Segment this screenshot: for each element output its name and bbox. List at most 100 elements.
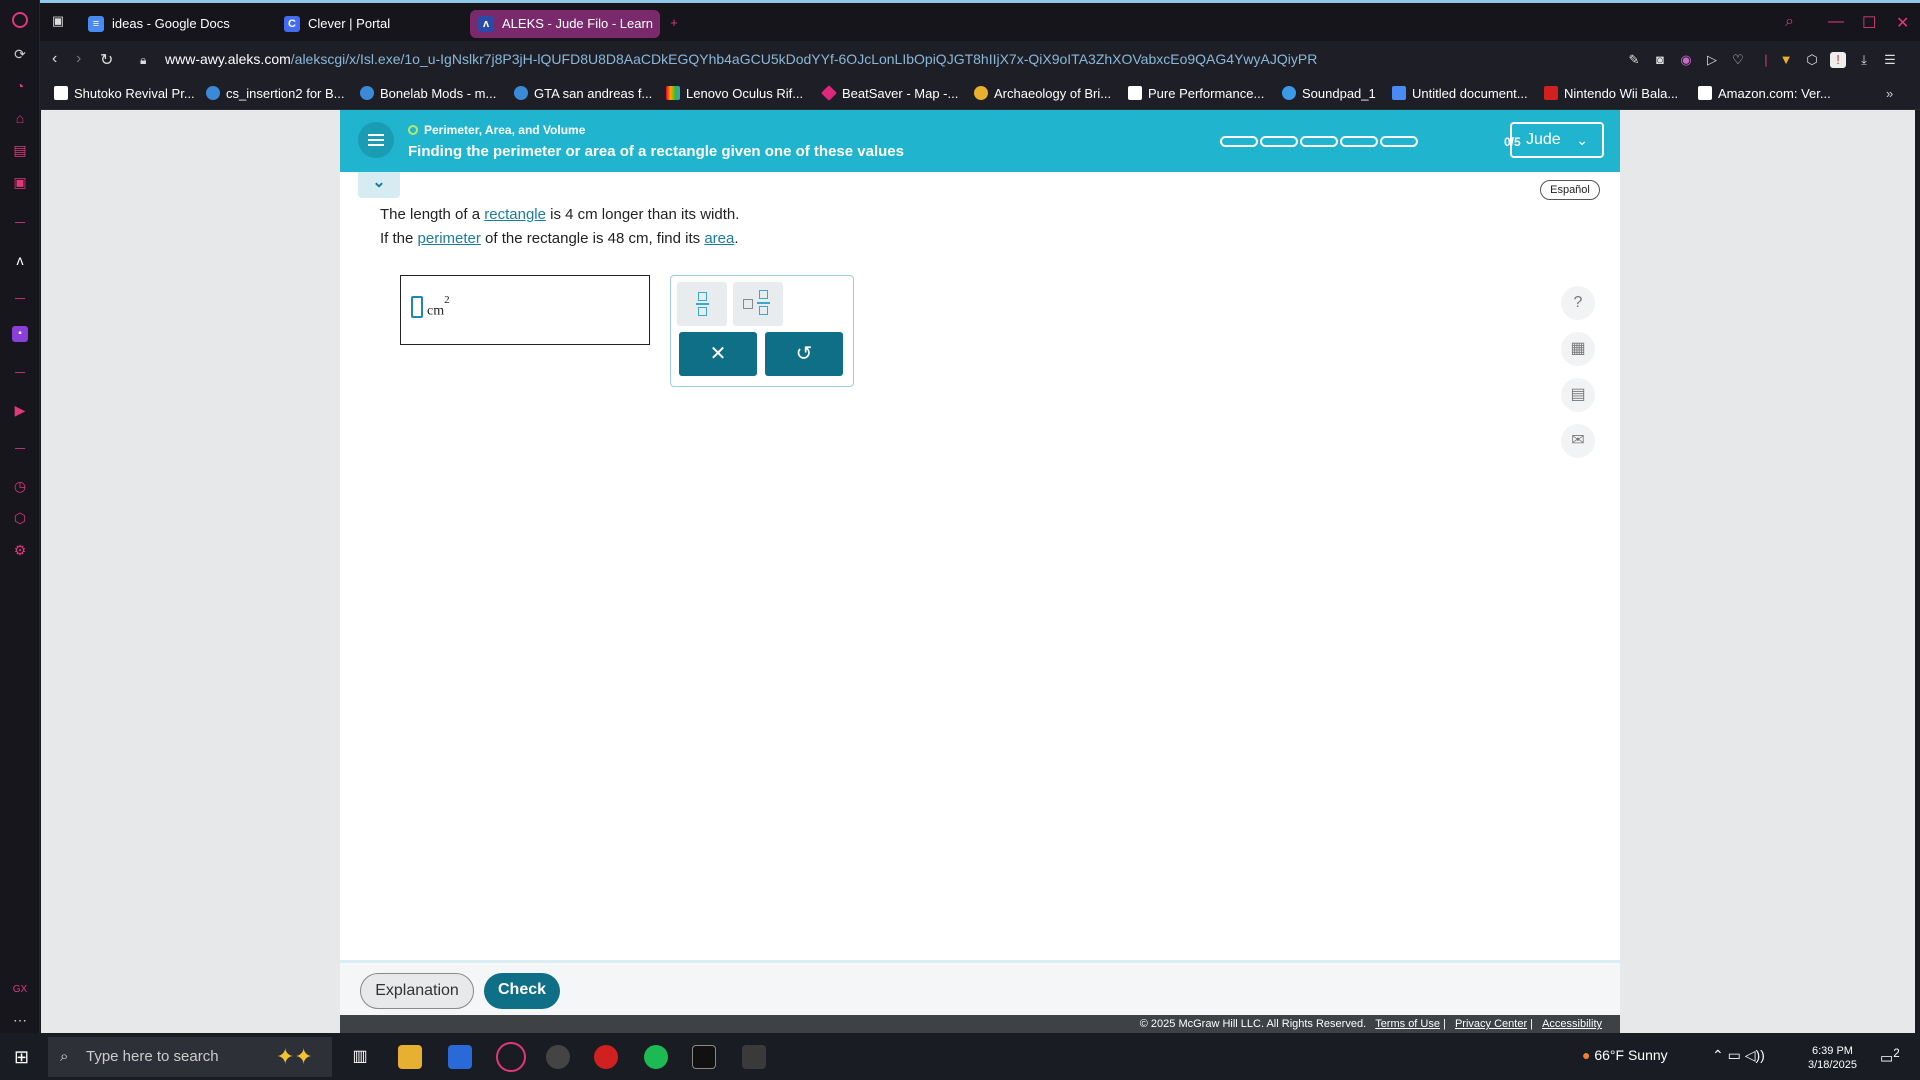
dictionary-button[interactable]: ▤ [1561,378,1595,412]
progress-segment [1300,136,1338,147]
aleks-sidebar-icon[interactable]: ʌ [12,252,28,268]
copyright-footer: © 2025 McGraw Hill LLC. All Rights Reser… [340,1015,1620,1033]
opera-logo-icon[interactable] [12,12,28,28]
heart-icon[interactable]: ♡ [1730,52,1746,68]
file-explorer-icon[interactable] [398,1045,422,1069]
bookmarks-overflow-icon[interactable]: » [1886,86,1893,101]
tab-clever[interactable]: C Clever | Portal [276,10,466,38]
area-link[interactable]: area [704,230,734,247]
shopping-icon[interactable]: ⌂ [12,110,28,126]
youtube-taskbar-icon[interactable] [594,1045,618,1069]
problem-title: Finding the perimeter or area of a recta… [408,143,904,160]
close-window-icon[interactable]: ✕ [1896,13,1909,33]
bookmark-item[interactable]: Archaeology of Bri... [974,86,1111,101]
camera-icon[interactable]: ◙ [1652,52,1668,68]
task-view-icon[interactable]: ▥ [348,1045,372,1069]
snapshot-icon[interactable]: ✎ [1626,52,1642,68]
send-icon[interactable]: ▷ [1704,52,1720,68]
bookmark-item[interactable]: Pure Performance... [1128,86,1264,101]
spotify-taskbar-icon[interactable] [644,1045,668,1069]
input-cursor-box[interactable] [411,296,423,318]
accessibility-link[interactable]: Accessibility [1542,1018,1602,1030]
back-icon[interactable]: ‹ [52,50,57,68]
more-icon[interactable]: ⋯ [12,1012,28,1028]
bookmark-item[interactable]: BeatSaver - Map -... [821,85,958,101]
notifications-button[interactable]: ▭2 [1880,1047,1900,1067]
tray-icons[interactable]: ⌃ ▭ ◁)) [1712,1047,1765,1064]
download-icon[interactable]: ⤓ [1856,52,1872,68]
store-icon[interactable] [448,1045,472,1069]
app-taskbar-icon[interactable] [546,1045,570,1069]
separator-icon: | [1764,52,1768,67]
easy-setup-icon[interactable]: ☰ [1882,52,1898,68]
privacy-link[interactable]: Privacy Center [1455,1018,1527,1030]
check-button[interactable]: Check [484,973,560,1009]
bookmark-item[interactable]: Amazon.com: Ver... [1698,86,1831,101]
clear-button[interactable]: ✕ [679,332,757,376]
bookmark-item[interactable]: Nintendo Wii Bala... [1544,86,1678,101]
workspaces-icon[interactable]: ▣ [50,13,66,29]
gx-icon[interactable]: GX [12,982,28,998]
amazon-icon [1698,86,1712,100]
answer-input[interactable]: cm2 [400,275,650,345]
xbox-taskbar-icon[interactable] [742,1045,766,1069]
windows-start-icon[interactable]: ⊞ [14,1047,29,1068]
bookmark-item[interactable]: Lenovo Oculus Rif... [666,86,803,101]
calculator-button[interactable]: ▦ [1561,332,1595,366]
bookmark-item[interactable]: Untitled document... [1392,86,1528,101]
bookmark-item[interactable]: cs_insertion2 for B... [206,86,345,101]
mixed-number-icon [759,290,768,299]
bookmark-item[interactable]: Shutoko Revival Pr... [54,86,195,101]
messenger-icon[interactable]: ▣ [12,174,28,190]
bookmark-item[interactable]: Soundpad_1 [1282,86,1376,101]
fraction-button[interactable] [677,282,727,326]
extension-badge-icon[interactable]: ▼ [1778,52,1794,68]
browser-sidebar: ⟳ ◔ ⌂ ▤ ▣ ʌ ▪ ▶ ◷ ⬡ ⚙ GX ⋯ [0,0,40,1033]
question-icon: ? [1573,294,1583,311]
extensions-cube-icon[interactable]: ⬡ [1804,52,1820,68]
call-of-duty-taskbar-icon[interactable] [692,1045,716,1069]
profile-icon[interactable]: ! [1830,52,1846,68]
settings-icon[interactable]: ⚙ [12,542,28,558]
gear-site-icon [360,86,374,100]
message-button[interactable]: ✉ [1561,424,1595,458]
tab-google-docs[interactable]: ≡ ideas - Google Docs [80,10,270,38]
collapse-button[interactable]: ⌄ [358,172,400,198]
extensions-icon[interactable]: ⬡ [12,510,28,526]
twitch-icon[interactable]: ▪ [12,326,28,342]
progress-segment [1260,136,1298,147]
bookmark-item[interactable]: Bonelab Mods - m... [360,86,496,101]
new-tab-icon[interactable]: + [666,15,682,31]
tab-aleks[interactable]: ʌ ALEKS - Jude Filo - Learn [470,10,660,38]
vpn-icon[interactable]: ◉ [1678,52,1694,68]
history-icon[interactable]: ◷ [12,478,28,494]
espanol-button[interactable]: Español [1540,180,1600,200]
sync-icon[interactable]: ⟳ [12,46,28,62]
explanation-button[interactable]: Explanation [360,973,474,1009]
player-icon[interactable]: ▶ [12,402,28,418]
user-menu-button[interactable]: Jude ⌄ [1510,122,1604,158]
perimeter-link[interactable]: perimeter [418,230,481,247]
progress-segment [1220,136,1258,147]
clock[interactable]: 6:39 PM 3/18/2025 [1808,1044,1857,1072]
weather-widget[interactable]: ● 66°F Sunny [1582,1047,1668,1063]
chevron-down-icon: ⌄ [372,174,386,191]
undo-button[interactable]: ↺ [765,332,843,376]
opera-gx-taskbar-icon[interactable] [496,1042,526,1072]
terms-link[interactable]: Terms of Use [1375,1018,1440,1030]
minimize-icon[interactable]: — [1828,13,1844,31]
wallet-icon[interactable]: ▤ [12,142,28,158]
search-tabs-icon[interactable]: ⌕ [1785,13,1794,31]
taskbar-search[interactable]: ⌕ Type here to search ✦✦ [48,1037,332,1077]
bookmark-item[interactable]: GTA san andreas f... [514,86,652,101]
url-field[interactable]: www-awy.aleks.com/alekscgi/x/Isl.exe/1o_… [165,51,1317,67]
maximize-icon[interactable]: ☐ [1862,13,1876,33]
forward-icon[interactable]: › [76,50,81,68]
help-button[interactable]: ? [1561,286,1595,320]
aria-icon[interactable]: ◔ [12,78,28,94]
reload-icon[interactable]: ↻ [100,50,113,70]
menu-button[interactable] [358,122,394,158]
hamburger-icon [368,144,384,146]
mixed-number-button[interactable] [733,282,783,326]
rectangle-link[interactable]: rectangle [484,206,546,223]
